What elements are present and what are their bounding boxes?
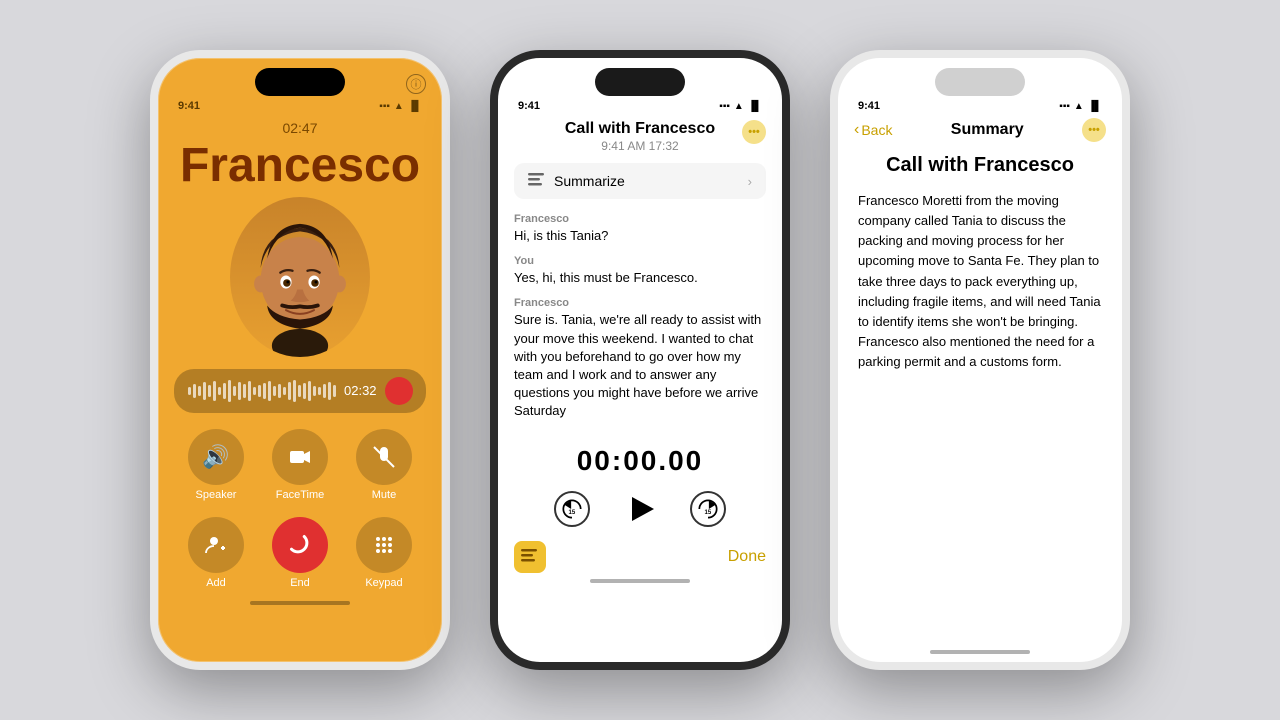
facetime-icon-circle xyxy=(272,429,328,485)
phone3-nav: ‹ Back Summary ••• xyxy=(838,112,1122,146)
status-bar-1: 9:41 ▪▪▪ ▲ ▐▌ xyxy=(158,96,442,112)
dynamic-island-2 xyxy=(595,68,685,96)
status-icons-1: ▪▪▪ ▲ ▐▌ xyxy=(379,101,422,112)
waveform-visual xyxy=(188,380,336,402)
phone-active-call: 9:41 ▪▪▪ ▲ ▐▌ ⓘ 02:47 Francesco xyxy=(150,50,450,670)
memoji-area xyxy=(158,197,442,357)
playback-timer: 00:00.00 xyxy=(498,445,782,477)
dynamic-island-1 xyxy=(255,68,345,96)
skip-back-button[interactable]: 15 xyxy=(554,491,590,527)
summary-text: Francesco Moretti from the moving compan… xyxy=(858,191,1102,372)
more-options-button[interactable]: ••• xyxy=(742,120,766,144)
status-icons-3: ▪▪▪ ▲ ▐▌ xyxy=(1059,101,1102,112)
svg-text:15: 15 xyxy=(569,510,576,516)
signal-icon: ▪▪▪ xyxy=(379,101,390,112)
svg-text:15: 15 xyxy=(705,510,712,516)
memoji-circle xyxy=(230,197,370,357)
phone-summary: 9:41 ▪▪▪ ▲ ▐▌ ‹ Back Summary ••• Call wi… xyxy=(830,50,1130,670)
end-button[interactable]: End xyxy=(266,517,334,589)
status-bar-3: 9:41 ▪▪▪ ▲ ▐▌ xyxy=(838,96,1122,112)
status-time-3: 9:41 xyxy=(858,100,880,112)
home-indicator-1 xyxy=(250,601,350,605)
transcript-block-2: Francesco Sure is. Tania, we're all read… xyxy=(514,297,766,420)
mute-button[interactable]: Mute xyxy=(350,429,418,501)
phone-recording: 9:41 ▪▪▪ ▲ ▐▌ Call with Francesco 9:41 A… xyxy=(490,50,790,670)
transcript-text-1: Yes, hi, this must be Francesco. xyxy=(514,269,766,287)
call-timer: 02:47 xyxy=(158,120,442,136)
back-button[interactable]: ‹ Back xyxy=(854,121,892,139)
summarize-button[interactable]: Summarize › xyxy=(514,163,766,199)
transcript-icon xyxy=(514,541,546,573)
keypad-label: Keypad xyxy=(365,577,402,589)
facetime-label: FaceTime xyxy=(276,489,325,501)
status-time-1: 9:41 xyxy=(178,100,200,112)
call-buttons-grid: 🔊 Speaker FaceTime Mute xyxy=(158,421,442,597)
end-icon-circle xyxy=(272,517,328,573)
summary-call-title: Call with Francesco xyxy=(858,154,1102,177)
done-button[interactable]: Done xyxy=(728,548,766,566)
more-options-button-3[interactable]: ••• xyxy=(1082,118,1106,142)
signal-icon-3: ▪▪▪ xyxy=(1059,101,1070,112)
mute-icon-circle xyxy=(356,429,412,485)
playback-controls: 15 15 xyxy=(498,487,782,531)
battery-icon: ▐▌ xyxy=(408,101,422,112)
transcript-text-2: Sure is. Tania, we're all ready to assis… xyxy=(514,311,766,420)
add-label: Add xyxy=(206,577,226,589)
battery-icon-3: ▐▌ xyxy=(1088,101,1102,112)
record-button[interactable] xyxy=(385,377,413,405)
speaker-label-2: Francesco xyxy=(514,297,766,309)
speaker-button[interactable]: 🔊 Speaker xyxy=(182,429,250,501)
phone2-title: Call with Francesco xyxy=(538,120,742,138)
wifi-icon: ▲ xyxy=(394,101,404,112)
home-indicator-2 xyxy=(590,579,690,583)
skip-forward-button[interactable]: 15 xyxy=(690,491,726,527)
playback-section: 00:00.00 15 15 xyxy=(498,439,782,537)
phone2-subtitle: 9:41 AM 17:32 xyxy=(538,139,742,153)
dynamic-island-3 xyxy=(935,68,1025,96)
speaker-label: Speaker xyxy=(196,489,237,501)
speaker-icon-circle: 🔊 xyxy=(188,429,244,485)
battery-icon-2: ▐▌ xyxy=(748,101,762,112)
summarize-btn-left: Summarize xyxy=(528,173,625,189)
transcript-block-0: Francesco Hi, is this Tania? xyxy=(514,213,766,245)
mute-label: Mute xyxy=(372,489,396,501)
signal-icon-2: ▪▪▪ xyxy=(719,101,730,112)
page-title: Summary xyxy=(951,121,1024,139)
status-icons-2: ▪▪▪ ▲ ▐▌ xyxy=(719,101,762,112)
facetime-button[interactable]: FaceTime xyxy=(266,429,334,501)
speaker-label-1: You xyxy=(514,255,766,267)
info-icon[interactable]: ⓘ xyxy=(406,74,426,94)
phone2-header: Call with Francesco 9:41 AM 17:32 ••• xyxy=(498,112,782,157)
chevron-left-icon: ‹ xyxy=(854,121,859,139)
chevron-right-icon: › xyxy=(748,174,752,189)
caller-name: Francesco xyxy=(174,140,426,193)
record-timer: 02:32 xyxy=(344,383,377,398)
status-bar-2: 9:41 ▪▪▪ ▲ ▐▌ xyxy=(498,96,782,112)
add-icon-circle xyxy=(188,517,244,573)
add-button[interactable]: Add xyxy=(182,517,250,589)
waveform-bar: 02:32 xyxy=(174,369,426,413)
play-button[interactable] xyxy=(618,487,662,531)
transcript-text-0: Hi, is this Tania? xyxy=(514,227,766,245)
end-label: End xyxy=(290,577,310,589)
summary-content: Call with Francesco Francesco Moretti fr… xyxy=(838,146,1122,380)
home-indicator-3 xyxy=(930,650,1030,654)
speaker-label-0: Francesco xyxy=(514,213,766,225)
wifi-icon-3: ▲ xyxy=(1074,101,1084,112)
keypad-button[interactable]: Keypad xyxy=(350,517,418,589)
phone2-footer: Done xyxy=(498,537,782,573)
status-time-2: 9:41 xyxy=(518,100,540,112)
back-label: Back xyxy=(861,122,892,138)
keypad-icon-circle xyxy=(356,517,412,573)
wifi-icon-2: ▲ xyxy=(734,101,744,112)
transcript-block-1: You Yes, hi, this must be Francesco. xyxy=(514,255,766,287)
transcript-area: Francesco Hi, is this Tania? You Yes, hi… xyxy=(498,205,782,439)
summarize-icon xyxy=(528,173,546,189)
summarize-label: Summarize xyxy=(554,173,625,189)
